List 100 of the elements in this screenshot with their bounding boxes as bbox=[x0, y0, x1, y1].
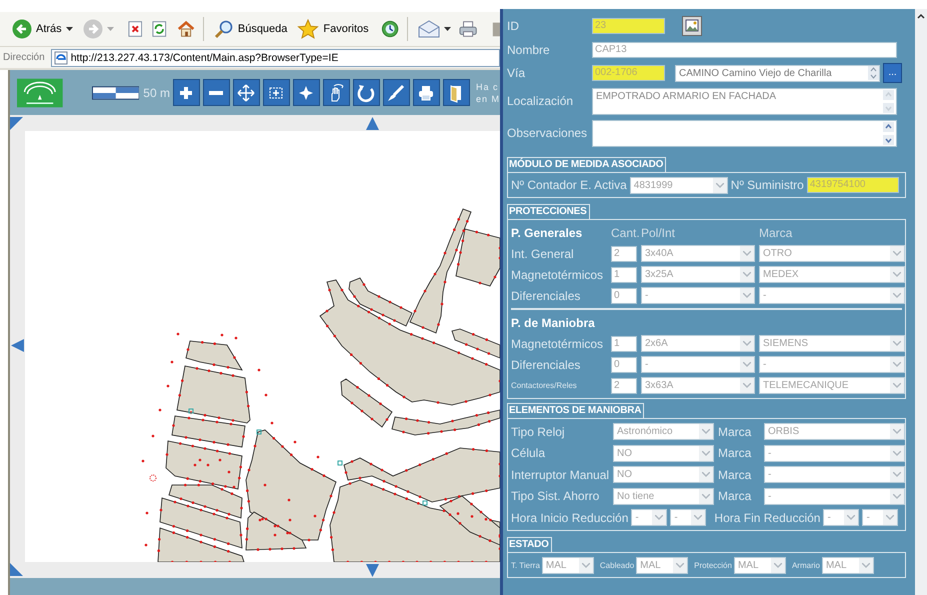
address-field[interactable]: http://213.227.43.173/Content/Main.asp?BrowserType=IE bbox=[50, 48, 500, 66]
rotate-icon bbox=[356, 82, 376, 102]
dropdown[interactable]: ORBIS bbox=[764, 423, 905, 440]
dropdown[interactable]: - bbox=[764, 466, 905, 484]
input-field[interactable]: 2 bbox=[611, 246, 637, 262]
field-label: Célula bbox=[511, 446, 546, 460]
column-header: Marca bbox=[759, 226, 794, 240]
input-field[interactable]: 2 bbox=[611, 378, 637, 394]
dropdown[interactable]: 4831999 bbox=[630, 176, 728, 194]
envelope-icon bbox=[418, 20, 440, 38]
dropdown[interactable]: 3x25A bbox=[641, 266, 755, 283]
dropdown[interactable]: MAL bbox=[822, 556, 874, 574]
field-label: Tipo Reloj bbox=[511, 424, 566, 439]
zoom-out-button[interactable] bbox=[202, 79, 230, 106]
print-button[interactable] bbox=[412, 79, 440, 106]
dropdown[interactable]: MAL bbox=[636, 556, 688, 574]
input-field[interactable]: 23 bbox=[592, 18, 665, 34]
caret-icon bbox=[862, 562, 870, 568]
refresh-button[interactable] bbox=[352, 79, 380, 106]
dropdown[interactable]: - bbox=[641, 287, 755, 304]
caret-icon bbox=[893, 450, 901, 456]
field-label: Int. General bbox=[511, 246, 575, 260]
dropdown[interactable]: - bbox=[764, 444, 905, 462]
address-label: Dirección bbox=[3, 52, 45, 63]
dropdown[interactable]: - bbox=[631, 509, 668, 526]
caret-icon bbox=[893, 383, 901, 388]
input-field[interactable]: 1 bbox=[611, 336, 637, 352]
input-field[interactable]: 0 bbox=[611, 288, 637, 304]
dropdown[interactable]: 2x6A bbox=[641, 335, 755, 352]
dropdown[interactable]: OTRO bbox=[759, 245, 905, 262]
dropdown[interactable]: SIEMENS bbox=[759, 335, 905, 352]
print-icon[interactable] bbox=[458, 20, 477, 38]
pan-corner-arrow[interactable] bbox=[10, 563, 23, 576]
pan-button[interactable] bbox=[232, 79, 260, 106]
favorites-button[interactable]: Favoritos bbox=[295, 17, 371, 41]
dropdown[interactable]: 3x40A bbox=[641, 245, 755, 262]
caret-icon bbox=[582, 562, 590, 568]
brush-button[interactable] bbox=[382, 79, 410, 106]
dropdown[interactable]: 3x63A bbox=[641, 377, 755, 394]
input-field[interactable]: 4319754100 bbox=[806, 177, 899, 193]
dropdown[interactable]: - bbox=[759, 287, 905, 304]
text-area[interactable] bbox=[592, 120, 897, 146]
field-label: Contactores/Reles bbox=[511, 381, 578, 390]
zoom-box-button[interactable] bbox=[262, 79, 290, 106]
pan-left-arrow[interactable] bbox=[11, 339, 24, 352]
search-button[interactable]: Búsqueda bbox=[212, 17, 290, 41]
dropdown[interactable]: CAMINO Camino Viejo de Charilla bbox=[675, 64, 880, 82]
history-icon[interactable] bbox=[380, 19, 399, 39]
exit-button[interactable] bbox=[442, 79, 470, 106]
dropdown[interactable]: MEDEX bbox=[759, 266, 905, 283]
dropdown[interactable]: - bbox=[759, 356, 905, 373]
dropdown[interactable]: Astronómico bbox=[613, 423, 714, 440]
caret-icon bbox=[743, 272, 751, 277]
input-field[interactable]: CAP13 bbox=[592, 42, 897, 58]
scrollbar[interactable] bbox=[915, 9, 927, 595]
zoom-in-button[interactable] bbox=[172, 79, 200, 106]
caret-icon bbox=[743, 293, 751, 298]
caret-icon bbox=[676, 562, 684, 568]
pan-corner-arrow[interactable] bbox=[10, 117, 23, 130]
browse-button[interactable]: ... bbox=[883, 63, 902, 83]
map-drawing[interactable] bbox=[25, 131, 500, 562]
caret-icon bbox=[106, 27, 114, 31]
mail-button[interactable] bbox=[416, 18, 453, 40]
dropdown[interactable]: No tiene bbox=[613, 488, 714, 505]
caret-icon bbox=[702, 494, 710, 499]
dropdown[interactable]: - bbox=[641, 356, 755, 373]
dropdown[interactable]: - bbox=[862, 509, 898, 526]
caret-icon bbox=[702, 472, 710, 478]
dropdown[interactable]: MAL bbox=[542, 556, 594, 574]
field-label: Nº Contador E. Activa bbox=[511, 178, 627, 192]
hint-text: en M bbox=[476, 92, 500, 104]
refresh-icon[interactable] bbox=[152, 20, 167, 38]
pan-up-arrow[interactable] bbox=[366, 117, 379, 130]
dropdown[interactable]: TELEMECANIQUE bbox=[759, 377, 905, 394]
field-label: Diferenciales bbox=[511, 288, 582, 302]
input-field[interactable]: 0 bbox=[611, 356, 637, 372]
stop-icon[interactable] bbox=[128, 20, 142, 38]
caret-icon bbox=[66, 27, 73, 31]
caret-icon bbox=[893, 472, 901, 478]
pan-down-arrow[interactable] bbox=[366, 564, 379, 577]
input-field[interactable]: 1 bbox=[611, 266, 637, 282]
image-button[interactable] bbox=[682, 16, 702, 36]
dropdown[interactable]: - bbox=[764, 488, 905, 505]
hand-button[interactable] bbox=[322, 79, 350, 106]
back-button[interactable]: Atrás bbox=[10, 17, 75, 41]
scale-bar bbox=[92, 86, 140, 100]
dropdown[interactable]: NO bbox=[613, 466, 714, 484]
input-field[interactable]: 002-1706 bbox=[592, 65, 665, 81]
section-title: MÓDULO DE MEDIDA ASOCIADO bbox=[507, 157, 666, 172]
field-label: Protección bbox=[694, 560, 732, 570]
dropdown[interactable]: MAL bbox=[734, 556, 786, 574]
center-button[interactable] bbox=[292, 79, 320, 106]
dropdown[interactable]: NO bbox=[613, 444, 714, 462]
field-label: Localización bbox=[507, 94, 574, 108]
dropdown[interactable]: - bbox=[670, 509, 706, 526]
field-label: Magnetotérmicos bbox=[511, 268, 604, 282]
scroll-down-button[interactable] bbox=[883, 134, 894, 144]
caret-icon bbox=[893, 362, 901, 367]
home-icon[interactable] bbox=[176, 20, 195, 38]
dropdown[interactable]: - bbox=[823, 509, 860, 526]
